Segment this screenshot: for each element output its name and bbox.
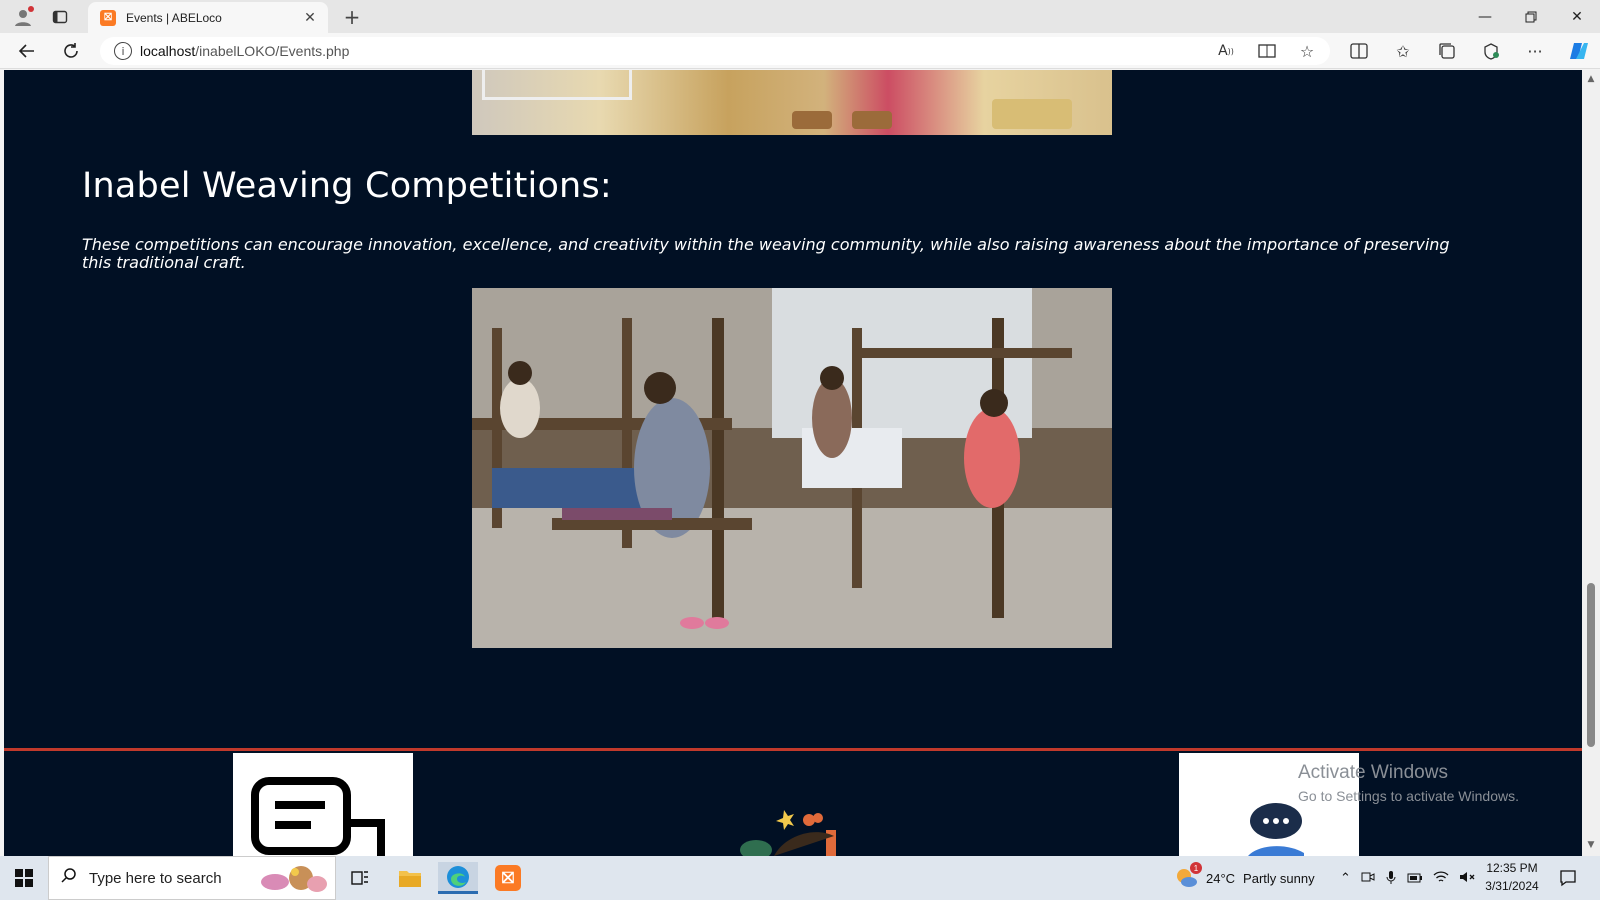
basket-shape bbox=[992, 99, 1072, 129]
tab-close-icon[interactable]: ✕ bbox=[300, 10, 320, 26]
wifi-icon[interactable] bbox=[1433, 870, 1449, 887]
watermark-subtitle: Go to Settings to activate Windows. bbox=[1298, 788, 1519, 804]
tab-events[interactable]: ⛝ Events | ABELoco ✕ bbox=[88, 2, 328, 33]
scroll-down-icon[interactable]: ▼ bbox=[1585, 840, 1597, 852]
new-tab-icon[interactable]: + bbox=[340, 5, 364, 29]
site-info-icon[interactable]: i bbox=[114, 42, 132, 60]
activate-windows-watermark: Activate Windows Go to Settings to activ… bbox=[1298, 762, 1519, 804]
favorite-star-icon[interactable]: ☆ bbox=[1294, 39, 1320, 63]
search-icon bbox=[61, 868, 77, 888]
start-icon[interactable] bbox=[4, 862, 44, 894]
sandal-shape bbox=[792, 111, 832, 129]
watermark-title: Activate Windows bbox=[1298, 762, 1448, 783]
favorites-icon[interactable]: ✩ bbox=[1390, 39, 1416, 63]
sandal-shape bbox=[852, 111, 892, 129]
weather-icon: 1 bbox=[1174, 862, 1202, 890]
weather-desc: Partly sunny bbox=[1243, 870, 1315, 886]
chair-shape bbox=[482, 70, 632, 100]
handicraft-products-image bbox=[472, 70, 1112, 135]
weather-temp: 24°C bbox=[1206, 870, 1236, 886]
close-window-icon[interactable]: ✕ bbox=[1554, 0, 1600, 33]
page-content: Inabel Weaving Competitions: These compe… bbox=[4, 70, 1582, 856]
section-heading: Inabel Weaving Competitions: bbox=[82, 166, 612, 206]
xampp-taskbar-icon[interactable]: ⛝ bbox=[488, 862, 528, 894]
browser-essentials-icon[interactable] bbox=[1478, 39, 1504, 63]
browser-titlebar: ⛝ Events | ABELoco ✕ + — ✕ bbox=[0, 0, 1600, 33]
read-aloud-icon[interactable]: A)) bbox=[1213, 39, 1239, 63]
taskbar-search[interactable]: Type here to search bbox=[48, 856, 336, 900]
profile-icon[interactable] bbox=[10, 4, 36, 30]
scrollbar-thumb[interactable] bbox=[1587, 583, 1595, 747]
url-path: /inabelLOKO/Events.php bbox=[195, 43, 350, 59]
url-text[interactable]: localhost/inabelLOKO/Events.php bbox=[140, 43, 349, 59]
search-placeholder: Type here to search bbox=[89, 869, 222, 887]
xampp-favicon-icon: ⛝ bbox=[100, 9, 116, 26]
edge-taskbar-icon[interactable] bbox=[438, 862, 478, 894]
weaving-competition-photo bbox=[472, 288, 1112, 648]
battery-icon[interactable] bbox=[1407, 871, 1423, 886]
footer-card-feedback[interactable] bbox=[233, 753, 413, 856]
taskbar-clock[interactable]: 12:35 PM 3/31/2024 bbox=[1472, 859, 1552, 895]
tab-actions-icon[interactable] bbox=[48, 6, 72, 28]
split-screen-icon[interactable] bbox=[1346, 39, 1372, 63]
windows-taskbar: Type here to search ⛝ 1 24°C Partly sunn… bbox=[0, 856, 1600, 900]
microphone-icon[interactable] bbox=[1385, 870, 1397, 887]
minimize-icon[interactable]: — bbox=[1462, 0, 1508, 33]
copilot-icon[interactable] bbox=[1566, 39, 1592, 63]
vertical-scrollbar[interactable]: ▲ ▼ bbox=[1582, 70, 1600, 856]
address-bar[interactable]: i localhost/inabelLOKO/Events.php bbox=[100, 37, 1330, 65]
immersive-reader-icon[interactable] bbox=[1254, 39, 1280, 63]
more-options-icon[interactable]: ··· bbox=[1522, 39, 1548, 63]
browser-toolbar: i localhost/inabelLOKO/Events.php A)) ☆ … bbox=[0, 33, 1600, 69]
notifications-icon[interactable] bbox=[1548, 862, 1588, 894]
meet-now-icon[interactable] bbox=[1361, 870, 1375, 887]
tab-title: Events | ABELoco bbox=[126, 10, 222, 25]
footer-divider bbox=[4, 748, 1582, 751]
clock-time: 12:35 PM bbox=[1486, 861, 1538, 875]
xampp-glyph: ⛝ bbox=[495, 865, 521, 891]
weather-widget[interactable]: 1 24°C Partly sunny bbox=[1174, 856, 1315, 900]
footer-illustration bbox=[734, 800, 864, 856]
url-host: localhost bbox=[140, 43, 196, 59]
refresh-icon[interactable] bbox=[58, 39, 84, 63]
section-description: These competitions can encourage innovat… bbox=[82, 235, 1450, 272]
back-icon[interactable] bbox=[14, 39, 40, 63]
task-view-icon[interactable] bbox=[340, 862, 380, 894]
file-explorer-icon[interactable] bbox=[390, 862, 430, 894]
search-highlight-icon bbox=[255, 858, 329, 898]
scroll-up-icon[interactable]: ▲ bbox=[1585, 74, 1597, 86]
system-tray: ⌃ bbox=[1340, 856, 1475, 900]
weather-badge: 1 bbox=[1190, 862, 1202, 874]
restore-icon[interactable] bbox=[1508, 0, 1554, 33]
clock-date: 3/31/2024 bbox=[1485, 879, 1539, 893]
collections-icon[interactable] bbox=[1434, 39, 1460, 63]
show-hidden-icons-icon[interactable]: ⌃ bbox=[1340, 870, 1351, 886]
